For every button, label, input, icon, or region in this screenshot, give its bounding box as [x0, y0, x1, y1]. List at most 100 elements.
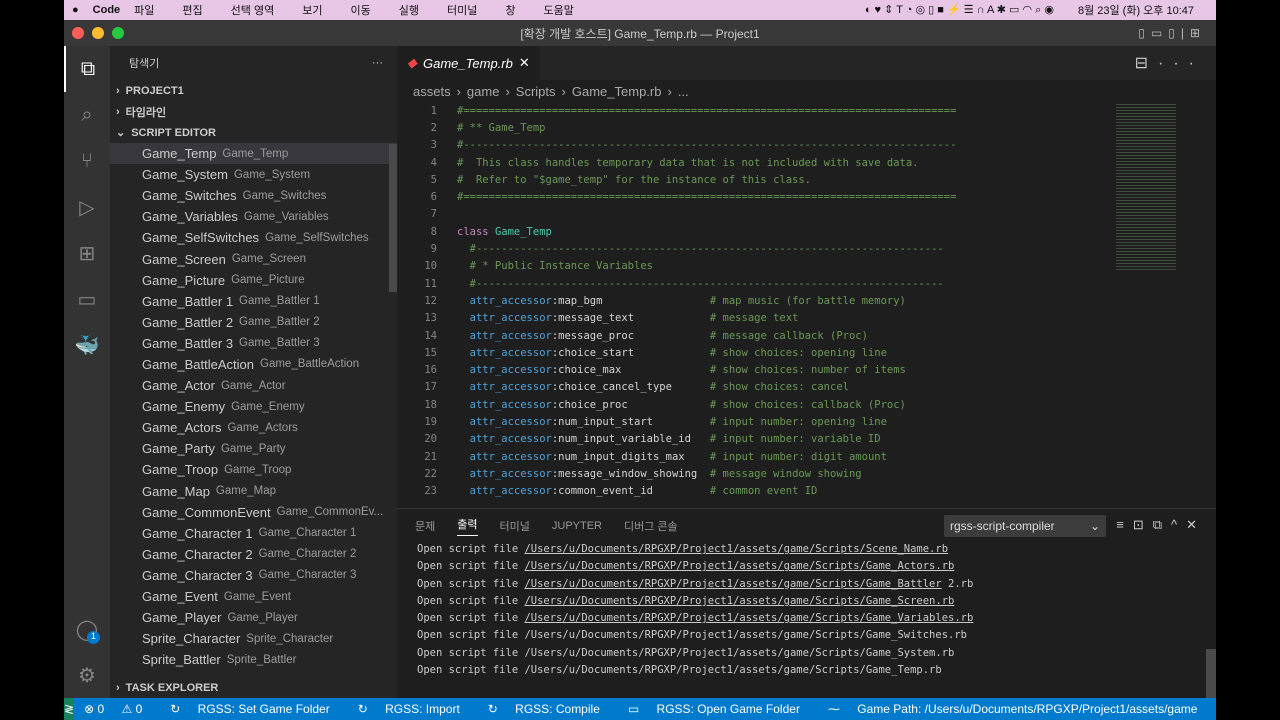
- problems-indicator[interactable]: ⊗ 0 ⚠ 0: [84, 702, 156, 716]
- attr-keyword: attr_accessor: [469, 433, 552, 446]
- status-item[interactable]: ↻ RGSS: Compile: [488, 702, 614, 716]
- script-list-item[interactable]: Game_Screen Game_Screen: [110, 248, 397, 269]
- file-link[interactable]: /Users/u/Documents/RPGXP/Project1/assets…: [524, 595, 954, 607]
- remote-explorer-icon[interactable]: ▭: [64, 276, 110, 322]
- code-editor[interactable]: 1 #======================================…: [397, 102, 1156, 502]
- menu-item[interactable]: 도움말: [543, 2, 573, 18]
- status-item[interactable]: ↻ RGSS: Import: [358, 702, 474, 716]
- panel-tab[interactable]: 출력: [457, 516, 478, 536]
- remote-icon[interactable]: ≷: [64, 698, 75, 720]
- script-list-item[interactable]: Game_BattleAction Game_BattleAction: [110, 354, 397, 375]
- line-content: attr_accessor:message_proc # message cal…: [447, 330, 868, 342]
- app-menu[interactable]: Code: [93, 4, 121, 16]
- explorer-icon[interactable]: ⧉: [64, 46, 110, 92]
- script-list-item[interactable]: Sprite_Battler Sprite_Battler: [110, 649, 397, 670]
- line-content: #---------------------------------------…: [447, 243, 944, 255]
- file-link[interactable]: /Users/u/Documents/RPGXP/Project1/assets…: [524, 560, 954, 572]
- script-list-item[interactable]: Game_Party Game_Party: [110, 438, 397, 459]
- code-line: 8 class Game_Temp: [397, 223, 1156, 240]
- code-line: 3 #--------------------------------------…: [397, 137, 1156, 154]
- search-icon[interactable]: ⌕: [64, 92, 110, 138]
- menu-item[interactable]: 이동: [350, 2, 370, 18]
- script-list-item[interactable]: Game_Temp Game_Temp: [110, 143, 397, 165]
- minimap[interactable]: [1116, 102, 1176, 272]
- section-task-explorer[interactable]: › TASK EXPLORER: [110, 677, 397, 698]
- section-timeline[interactable]: › 타임라인: [110, 101, 397, 122]
- script-list-item[interactable]: Game_Character 1 Game_Character 1: [110, 523, 397, 544]
- code-line: 22 attr_accessor:message_window_showing …: [397, 465, 1156, 482]
- status-item[interactable]: ⁓ Game Path: /Users/u/Documents/RPGXP/Pr…: [828, 702, 1211, 716]
- comment: # common event ID: [709, 485, 818, 498]
- menu-item[interactable]: 실행: [399, 2, 419, 18]
- extensions-icon[interactable]: ⊞: [64, 230, 110, 276]
- code-text: # * Public Instance Variables: [457, 260, 653, 273]
- script-list-item[interactable]: Game_Map Game_Map: [110, 481, 397, 502]
- code-line: 23 attr_accessor:common_event_id # commo…: [397, 483, 1156, 500]
- tab-game-temp[interactable]: ◆ Game_Temp.rb ✕: [397, 46, 540, 80]
- file-link[interactable]: /Users/u/Documents/RPGXP/Project1/assets…: [524, 543, 948, 555]
- script-list-item[interactable]: Game_Character 3 Game_Character 3: [110, 565, 397, 586]
- script-list-item[interactable]: Game_Player Game_Player: [110, 607, 397, 628]
- script-list-item[interactable]: Game_Enemy Game_Enemy: [110, 396, 397, 417]
- menu-item[interactable]: 편집: [182, 2, 202, 18]
- script-list-item[interactable]: Game_Character 2 Game_Character 2: [110, 544, 397, 565]
- status-item[interactable]: ↻ RGSS: Set Game Folder: [170, 702, 343, 716]
- menu-item[interactable]: 창: [505, 2, 515, 18]
- breadcrumb-item[interactable]: game: [467, 84, 500, 99]
- menu-item[interactable]: 터미널: [447, 2, 477, 18]
- script-list-item[interactable]: Game_Battler 1 Game_Battler 1: [110, 291, 397, 312]
- menu-item[interactable]: 선택 영역: [231, 2, 275, 18]
- script-list-item[interactable]: Game_Battler 3 Game_Battler 3: [110, 333, 397, 354]
- output-channel-select[interactable]: rgss-script-compiler ⌄: [944, 515, 1106, 537]
- file-link[interactable]: /Users/u/Documents/RPGXP/Project1/assets…: [524, 612, 973, 624]
- script-list-item[interactable]: Sprite_Character Sprite_Character: [110, 628, 397, 649]
- close-tab-icon[interactable]: ✕: [519, 55, 530, 71]
- script-description: Sprite_Character: [246, 632, 334, 645]
- symbol: :message_window_showing: [551, 467, 698, 480]
- section-script-editor[interactable]: ⌄ SCRIPT EDITOR: [110, 122, 397, 143]
- apple-icon[interactable]: ●: [72, 4, 79, 16]
- source-control-icon[interactable]: ⑂: [64, 138, 110, 184]
- line-number: 3: [430, 139, 437, 152]
- code-line: 17 attr_accessor:choice_cancel_type # sh…: [397, 379, 1156, 396]
- run-debug-icon[interactable]: ▷: [64, 184, 110, 230]
- editor-actions[interactable]: ⊟···: [1135, 53, 1216, 73]
- more-actions-icon[interactable]: ···: [372, 57, 383, 69]
- script-list-item[interactable]: Game_Actor Game_Actor: [110, 375, 397, 396]
- line-number: 11: [424, 277, 437, 290]
- script-list-item[interactable]: Game_Actors Game_Actors: [110, 417, 397, 438]
- breadcrumb-item[interactable]: Game_Temp.rb: [572, 84, 662, 99]
- symbol: :num_input_start: [551, 415, 653, 428]
- script-list-item[interactable]: Game_Event Game_Event: [110, 586, 397, 607]
- panel-tab[interactable]: 문제: [415, 518, 435, 534]
- sidebar-scrollbar[interactable]: [389, 144, 397, 292]
- code-line: 11 #------------------------------------…: [397, 275, 1156, 292]
- script-list-item[interactable]: Game_Switches Game_Switches: [110, 185, 397, 206]
- settings-gear-icon[interactable]: ⚙: [64, 652, 110, 698]
- panel-tab[interactable]: 터미널: [500, 518, 530, 534]
- file-link[interactable]: /Users/u/Documents/RPGXP/Project1/assets…: [524, 578, 941, 590]
- docker-icon[interactable]: 🐳: [64, 322, 110, 368]
- script-list-item[interactable]: Game_Variables Game_Variables: [110, 206, 397, 227]
- account-icon[interactable]: ◯ 1: [64, 606, 110, 652]
- menu-item[interactable]: 파일: [134, 2, 154, 18]
- line-number: 13: [424, 312, 437, 325]
- panel-tab[interactable]: 디버그 콘솔: [624, 518, 678, 534]
- script-list-item[interactable]: Game_Troop Game_Troop: [110, 459, 397, 480]
- breadcrumb-item[interactable]: Scripts: [516, 84, 556, 99]
- status-item[interactable]: ▭ RGSS: Open Game Folder: [628, 702, 814, 716]
- script-list-item[interactable]: Game_Battler 2 Game_Battler 2: [110, 312, 397, 333]
- panel-actions[interactable]: ≡⊡⧉^✕: [1116, 517, 1206, 533]
- script-list-item[interactable]: Game_Picture Game_Picture: [110, 270, 397, 291]
- breadcrumb-item[interactable]: assets: [413, 84, 451, 99]
- script-list-item[interactable]: Game_System Game_System: [110, 164, 397, 185]
- layout-icons[interactable]: ▯▭▯|⊞: [1138, 26, 1206, 40]
- menu-item[interactable]: 보기: [302, 2, 322, 18]
- status-bar: ≷ ⊗ 0 ⚠ 0 ↻ RGSS: Set Game Folder ↻ RGSS:…: [64, 698, 1216, 720]
- section-project[interactable]: › PROJECT1: [110, 80, 397, 101]
- script-list-item[interactable]: Game_CommonEvent Game_CommonEv...: [110, 502, 397, 523]
- script-list-item[interactable]: Game_SelfSwitches Game_SelfSwitches: [110, 227, 397, 248]
- breadcrumb-item[interactable]: ...: [678, 84, 689, 99]
- panel-tab[interactable]: JUPYTER: [552, 520, 602, 532]
- attr-keyword: attr_accessor: [469, 467, 552, 480]
